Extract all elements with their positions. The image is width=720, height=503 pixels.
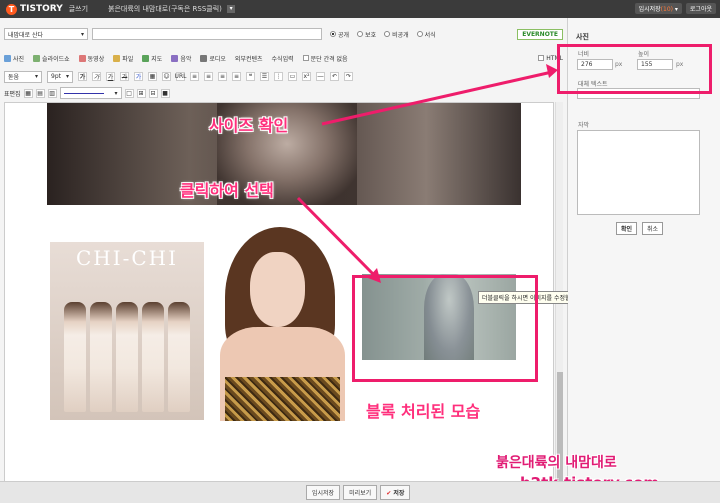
arrow-to-selection bbox=[296, 196, 377, 278]
watermark-line1: 붉은대륙의 내맘대로 bbox=[496, 455, 617, 471]
bottom-bar: 임시저장 미리보기 ✔ 저장 bbox=[0, 481, 720, 503]
check-icon: ✔ bbox=[386, 490, 392, 497]
preview-button[interactable]: 미리보기 bbox=[343, 485, 378, 500]
arrow-lines bbox=[296, 64, 558, 283]
arrow-to-size bbox=[321, 70, 553, 126]
annotation-size-check: 사이즈 확인 bbox=[209, 116, 289, 135]
arrowhead-size bbox=[546, 64, 558, 78]
annotation-click-select: 클릭하여 선택 bbox=[180, 181, 274, 200]
temp-save-button[interactable]: 임시저장 bbox=[306, 485, 341, 500]
annotation-block-processed: 블록 처리된 모습 bbox=[366, 402, 481, 421]
save-label: 저장 bbox=[393, 490, 405, 497]
save-button[interactable]: ✔ 저장 bbox=[380, 485, 411, 500]
